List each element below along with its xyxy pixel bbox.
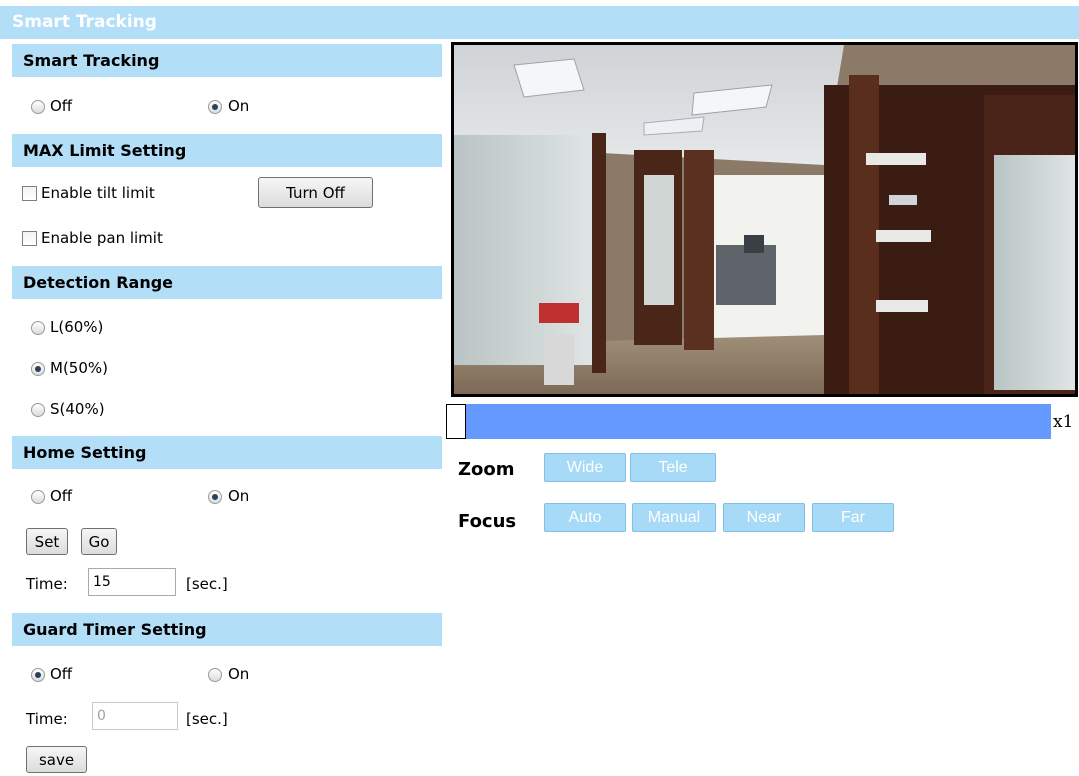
smart-tracking-off-label: Off (50, 97, 73, 115)
guard-on-radio[interactable] (208, 668, 222, 682)
guard-time-input[interactable] (92, 702, 178, 730)
detection-range-s-radio[interactable] (31, 403, 45, 417)
detection-range-s-label: S(40%) (50, 400, 105, 418)
home-on-label: On (228, 487, 250, 505)
home-time-unit: [sec.] (186, 575, 228, 593)
detection-range-l-radio[interactable] (31, 321, 45, 335)
focus-label: Focus (458, 511, 517, 532)
enable-pan-limit-label: Enable pan limit (41, 229, 163, 247)
section-header-max-limit: MAX Limit Setting (12, 134, 442, 167)
home-time-label: Time: (26, 575, 68, 593)
home-on-radio[interactable] (208, 490, 222, 504)
section-header-smart-tracking: Smart Tracking (12, 44, 442, 77)
detection-range-l-label: L(60%) (50, 318, 104, 336)
home-set-button[interactable]: Set (26, 528, 68, 555)
section-header-guard-timer: Guard Timer Setting (12, 613, 442, 646)
smart-tracking-on-radio[interactable] (208, 100, 222, 114)
zoom-wide-button[interactable]: Wide (544, 453, 626, 482)
camera-live-view[interactable] (451, 42, 1078, 397)
camera-image (454, 45, 1075, 394)
smart-tracking-off-radio[interactable] (31, 100, 45, 114)
guard-off-label: Off (50, 665, 73, 683)
enable-pan-limit-checkbox[interactable] (22, 231, 37, 246)
save-button[interactable]: save (26, 746, 87, 773)
focus-near-button[interactable]: Near (723, 503, 805, 532)
detection-range-m-radio[interactable] (31, 362, 45, 376)
focus-far-button[interactable]: Far (812, 503, 894, 532)
section-header-home-setting: Home Setting (12, 436, 442, 469)
home-time-input[interactable] (88, 568, 176, 596)
section-header-detection-range: Detection Range (12, 266, 442, 299)
focus-manual-button[interactable]: Manual (632, 503, 716, 532)
guard-time-label: Time: (26, 710, 68, 728)
guard-off-radio[interactable] (31, 668, 45, 682)
home-go-button[interactable]: Go (81, 528, 117, 555)
smart-tracking-on-label: On (228, 97, 250, 115)
zoom-value: x1 (1053, 412, 1074, 432)
page-title: Smart Tracking (0, 6, 1079, 39)
guard-on-label: On (228, 665, 250, 683)
detection-range-m-label: M(50%) (50, 359, 108, 377)
zoom-level-bar[interactable] (446, 404, 1051, 439)
zoom-slider-handle[interactable] (446, 404, 466, 439)
zoom-tele-button[interactable]: Tele (630, 453, 716, 482)
zoom-label: Zoom (458, 459, 515, 480)
focus-auto-button[interactable]: Auto (544, 503, 626, 532)
turn-off-button[interactable]: Turn Off (258, 177, 373, 208)
enable-tilt-limit-checkbox[interactable] (22, 186, 37, 201)
guard-time-unit: [sec.] (186, 710, 228, 728)
home-off-label: Off (50, 487, 73, 505)
home-off-radio[interactable] (31, 490, 45, 504)
enable-tilt-limit-label: Enable tilt limit (41, 184, 155, 202)
